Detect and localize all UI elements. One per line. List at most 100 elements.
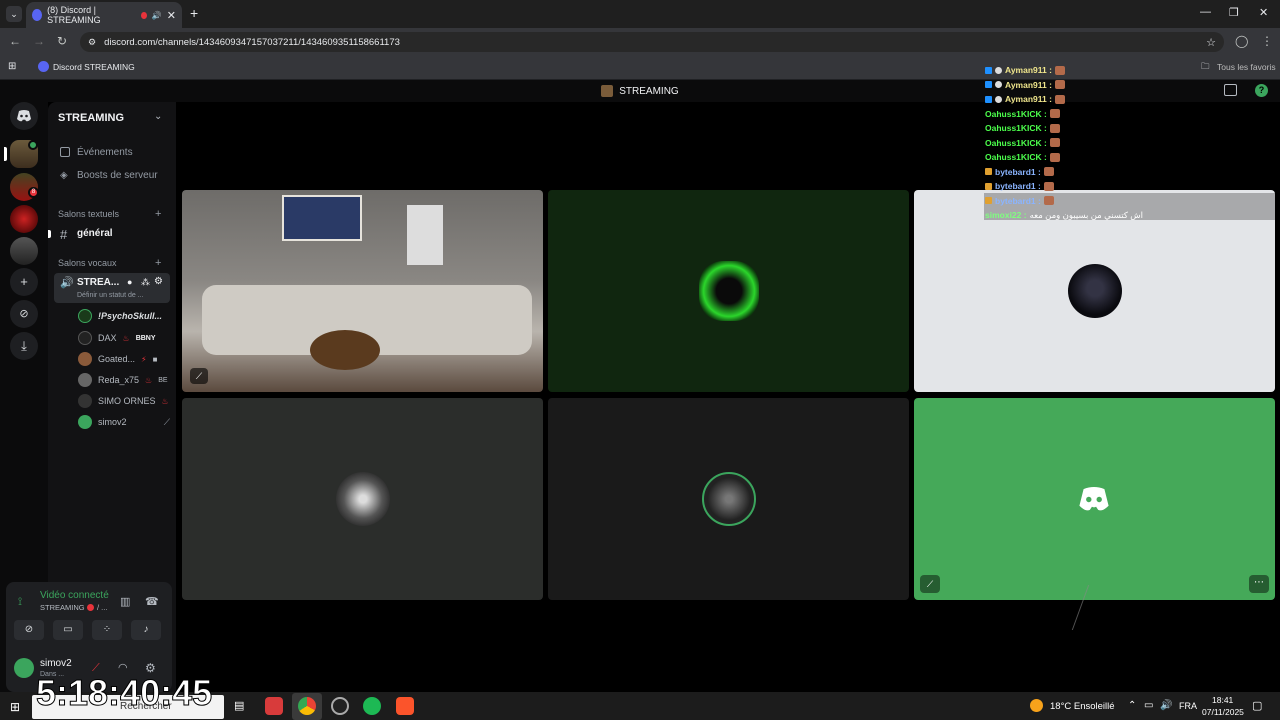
chat-line: Ayman911 : bbox=[985, 78, 1065, 92]
profile-icon[interactable]: ◯ bbox=[1235, 34, 1248, 48]
flame-icon: ♨ bbox=[161, 396, 169, 406]
current-username[interactable]: simov2 bbox=[40, 658, 72, 669]
bookmark-discord-streaming[interactable]: Discord STREAMING bbox=[53, 62, 135, 72]
brave-icon[interactable] bbox=[396, 697, 414, 715]
noise-suppression-icon[interactable]: ▥ bbox=[120, 595, 130, 608]
discord-favicon-icon bbox=[32, 9, 43, 21]
server-3-icon[interactable] bbox=[10, 205, 38, 233]
voice-user-name: DAX bbox=[98, 333, 117, 343]
settings-gear-icon[interactable]: ⚙ bbox=[154, 276, 163, 287]
server-name[interactable]: STREAMING bbox=[58, 112, 124, 124]
spotify-icon[interactable] bbox=[363, 697, 381, 715]
chat-bubble-icon[interactable]: ● bbox=[127, 277, 132, 287]
menu-icon[interactable]: ⋮ bbox=[1261, 34, 1273, 48]
tray-chevron-icon[interactable]: ⌃ bbox=[1128, 700, 1136, 711]
events-link[interactable]: Événements bbox=[77, 147, 133, 158]
boosts-link[interactable]: Boosts de serveur bbox=[77, 170, 158, 181]
restore-button[interactable]: ❐ bbox=[1229, 6, 1239, 19]
platform-badge-icon bbox=[985, 81, 992, 88]
avatar bbox=[701, 472, 756, 526]
add-voice-channel-icon[interactable]: + bbox=[155, 257, 161, 269]
chat-username: Ayman911 : bbox=[1005, 94, 1052, 104]
voice-user[interactable]: SIMO ORNES ♨ bbox=[78, 393, 170, 409]
address-bar[interactable]: ⚙ discord.com/channels/14346093471570372… bbox=[80, 32, 1224, 52]
close-window-button[interactable]: ✕ bbox=[1259, 6, 1268, 19]
avatar bbox=[78, 415, 92, 429]
text-channels-category[interactable]: Salons textuels bbox=[58, 209, 119, 219]
invite-icon[interactable]: ⁂ bbox=[141, 277, 150, 288]
channel-general[interactable]: général bbox=[77, 228, 113, 239]
app-icon[interactable] bbox=[265, 697, 283, 715]
reload-icon[interactable]: ↻ bbox=[57, 34, 67, 48]
server-4-icon[interactable] bbox=[10, 237, 38, 265]
chat-username: bytebard1 : bbox=[995, 195, 1041, 206]
inbox-icon[interactable] bbox=[1224, 84, 1237, 96]
help-icon[interactable]: ? bbox=[1255, 84, 1268, 97]
avatar bbox=[78, 352, 92, 366]
share-screen-button[interactable]: ▭ bbox=[53, 620, 83, 640]
video-tile-simov2[interactable]: ⟋ ⋯ bbox=[914, 398, 1275, 600]
add-text-channel-icon[interactable]: + bbox=[155, 208, 161, 220]
chat-message: اش كتسني من بسيبون ومن معه bbox=[1029, 209, 1144, 220]
discord-bookmark-icon bbox=[38, 61, 49, 72]
back-icon[interactable]: ← bbox=[9, 34, 21, 48]
tab-close-icon[interactable]: ✕ bbox=[167, 9, 176, 22]
language-indicator[interactable]: FRA bbox=[1179, 701, 1197, 711]
disconnect-icon[interactable]: ☎ bbox=[145, 595, 159, 608]
server-icon bbox=[601, 85, 614, 97]
video-tile-camera[interactable]: ⟋ bbox=[182, 190, 543, 392]
add-server-button[interactable]: + bbox=[10, 268, 38, 296]
voice-user[interactable]: Reda_x75 ♨ BE bbox=[78, 372, 170, 388]
activities-button[interactable]: ⁘ bbox=[92, 620, 122, 640]
browser-tab[interactable]: (8) Discord | STREAMING 🔊 ✕ bbox=[26, 2, 182, 28]
voice-user[interactable]: simov2 ⟋ bbox=[78, 414, 170, 430]
volume-icon[interactable]: 🔊 bbox=[1160, 700, 1172, 711]
bookmark-star-icon[interactable]: ☆ bbox=[1206, 36, 1216, 49]
download-icon[interactable]: ⤓ bbox=[10, 332, 38, 360]
apps-icon[interactable]: ⊞ bbox=[8, 61, 16, 72]
table bbox=[310, 330, 380, 370]
windows-start-icon[interactable]: ⊞ bbox=[10, 700, 20, 714]
task-view-icon[interactable]: ▤ bbox=[234, 699, 244, 712]
voice-user[interactable]: !PsychoSkull... bbox=[78, 308, 170, 324]
unread-badge: 8 bbox=[28, 187, 39, 198]
user-avatar[interactable] bbox=[14, 658, 34, 678]
tab-search-button[interactable]: ⌄ bbox=[6, 6, 22, 22]
connection-signal-icon[interactable]: ⟟ bbox=[18, 596, 22, 609]
video-tile-user4[interactable] bbox=[182, 398, 543, 600]
voice-channels-category[interactable]: Salons vocaux bbox=[58, 258, 117, 268]
camera-off-button[interactable]: ⊘ bbox=[14, 620, 44, 640]
chrome-icon[interactable] bbox=[298, 697, 316, 715]
voice-user-name: Goated... bbox=[98, 354, 136, 364]
more-options-icon[interactable]: ⋯ bbox=[1249, 575, 1269, 593]
minimize-button[interactable]: — bbox=[1200, 6, 1211, 18]
discord-home-icon[interactable] bbox=[10, 102, 38, 130]
chat-username: Oahuss1KICK : bbox=[985, 152, 1047, 162]
soundboard-button[interactable]: ♪ bbox=[131, 620, 161, 640]
site-info-icon[interactable]: ⚙ bbox=[88, 37, 96, 48]
video-tile-user5[interactable] bbox=[548, 398, 909, 600]
voice-user[interactable]: DAX ♨ BBNY bbox=[78, 330, 170, 346]
calendar-icon bbox=[60, 147, 70, 157]
new-tab-button[interactable]: + bbox=[190, 6, 198, 20]
notifications-icon[interactable]: ▢ bbox=[1252, 699, 1262, 712]
clock-time[interactable]: 18:41 bbox=[1212, 695, 1233, 705]
voice-status[interactable]: Définir un statut de ... bbox=[77, 292, 144, 299]
all-bookmarks[interactable]: Tous les favoris bbox=[1217, 62, 1276, 72]
emote-icon bbox=[1054, 94, 1065, 104]
server-menu-chevron-icon[interactable]: ⌄ bbox=[154, 111, 162, 122]
emote-icon bbox=[1049, 123, 1060, 133]
voice-user-name: SIMO ORNES bbox=[98, 396, 156, 406]
avatar bbox=[78, 309, 92, 323]
weather-text[interactable]: 18°C Ensoleillé bbox=[1050, 701, 1115, 712]
voice-connected-label[interactable]: Vidéo connecté bbox=[40, 590, 112, 601]
connected-channel[interactable]: STREAMING bbox=[40, 603, 85, 612]
voice-user[interactable]: Goated... ⚡ ■ bbox=[78, 351, 170, 367]
forward-icon[interactable]: → bbox=[33, 34, 45, 48]
obs-icon[interactable] bbox=[331, 697, 349, 715]
chat-username: bytebard1 : bbox=[995, 181, 1041, 191]
video-tile-psychoskull[interactable] bbox=[548, 190, 909, 392]
clock-date[interactable]: 07/11/2025 bbox=[1202, 707, 1244, 717]
discover-icon[interactable]: ⊘ bbox=[10, 300, 38, 328]
network-icon[interactable]: ▭ bbox=[1144, 700, 1153, 711]
